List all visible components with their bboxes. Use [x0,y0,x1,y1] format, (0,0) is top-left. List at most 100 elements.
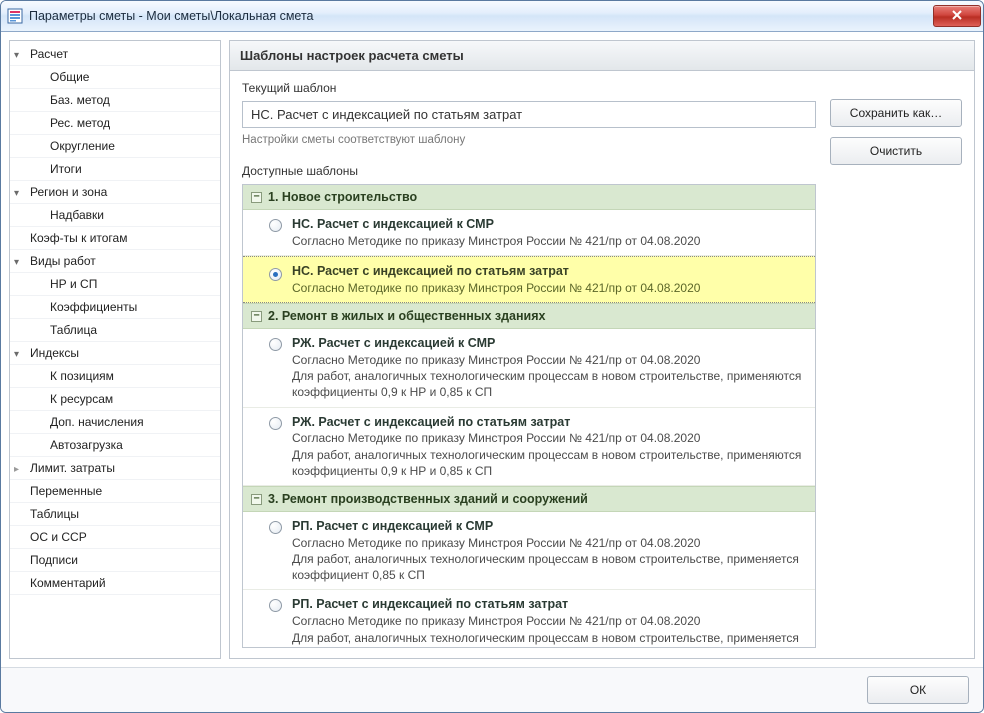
template-row[interactable]: РП. Расчет с индексацией по статьям затр… [243,590,815,648]
dialog-footer: ОК [1,667,983,712]
template-row[interactable]: РЖ. Расчет с индексацией по статьям затр… [243,408,815,486]
template-desc: Согласно Методике по приказу Минстроя Ро… [292,233,805,249]
sidebar-item[interactable]: К позициям [10,365,220,388]
tree-arrow-icon: ▾ [14,349,24,360]
tree-arrow-icon: ▾ [14,50,24,61]
clear-button[interactable]: Очистить [830,137,962,165]
available-templates-label: Доступные шаблоны [242,164,816,178]
sidebar-item[interactable]: ▾ Индексы [10,342,220,365]
sidebar-item[interactable]: К ресурсам [10,388,220,411]
current-template-field[interactable]: НС. Расчет с индексацией по статьям затр… [242,101,816,128]
template-title: РЖ. Расчет с индексацией по статьям затр… [292,414,805,431]
tree-arrow-icon: ▸ [14,464,24,475]
sidebar-item-label: Лимит. затраты [30,461,115,475]
template-radio[interactable] [269,266,282,281]
sidebar-item-label: Переменные [30,484,102,498]
sidebar-item-label: Расчет [30,47,68,61]
template-desc: Для работ, аналогичных технологическим п… [292,447,805,479]
tree-arrow-icon: ▾ [14,257,24,268]
template-desc: Для работ, аналогичных технологическим п… [292,368,805,400]
collapse-icon[interactable]: − [251,311,262,322]
sidebar-item-label: Надбавки [50,208,104,222]
template-group-header[interactable]: −3. Ремонт производственных зданий и соо… [243,486,815,512]
sidebar-item[interactable]: Подписи [10,549,220,572]
sidebar-item-label: Индексы [30,346,79,360]
sidebar-item-label: Коэф-ты к итогам [30,231,127,245]
sidebar-item[interactable]: Итоги [10,158,220,181]
sidebar-item[interactable]: Комментарий [10,572,220,595]
group-title: 1. Новое строительство [268,190,417,204]
sidebar-item[interactable]: ▾ Расчет [10,43,220,66]
sidebar-item[interactable]: Баз. метод [10,89,220,112]
sidebar-item[interactable]: ▾ Регион и зона [10,181,220,204]
sidebar-item[interactable]: ▸ Лимит. затраты [10,457,220,480]
sidebar-item-label: Регион и зона [30,185,107,199]
sidebar-item[interactable]: НР и СП [10,273,220,296]
template-desc: Для работ, аналогичных технологическим п… [292,630,805,649]
template-row[interactable]: НС. Расчет с индексацией по статьям затр… [243,256,815,303]
template-hint: Настройки сметы соответствуют шаблону [242,134,816,146]
save-as-button[interactable]: Сохранить как… [830,99,962,127]
tree-arrow-icon: ▾ [14,188,24,199]
sidebar-item-label: К ресурсам [50,392,113,406]
sidebar-item-label: Общие [50,70,89,84]
sidebar-item-label: Таблица [50,323,97,337]
template-title: НС. Расчет с индексацией по статьям затр… [292,263,805,280]
dialog-window: Параметры сметы - Мои сметы\Локальная см… [0,0,984,713]
sidebar-item[interactable]: Округление [10,135,220,158]
sidebar-item[interactable]: ОС и ССР [10,526,220,549]
template-title: РЖ. Расчет с индексацией к СМР [292,335,805,352]
sidebar-item[interactable]: ▾ Виды работ [10,250,220,273]
template-desc: Согласно Методике по приказу Минстроя Ро… [292,430,805,446]
nav-tree[interactable]: ▾ Расчет Общие Баз. метод Рес. метод Округлен… [10,41,220,658]
nav-sidebar: ▾ Расчет Общие Баз. метод Рес. метод Округлен… [9,40,221,659]
sidebar-item-label: Итоги [50,162,82,176]
sidebar-item[interactable]: Переменные [10,480,220,503]
sidebar-item-label: ОС и ССР [30,530,87,544]
sidebar-item[interactable]: Доп. начисления [10,411,220,434]
sidebar-item-label: Рес. метод [50,116,110,130]
sidebar-item-label: Баз. метод [50,93,110,107]
sidebar-item[interactable]: Таблицы [10,503,220,526]
sidebar-item[interactable]: Коэффициенты [10,296,220,319]
template-group-header[interactable]: −2. Ремонт в жилых и общественных здания… [243,303,815,329]
template-radio[interactable] [269,417,282,433]
sidebar-item-label: Виды работ [30,254,96,268]
templates-list[interactable]: −1. Новое строительство НС. Расчет с инд… [242,184,816,648]
sidebar-item[interactable]: Рес. метод [10,112,220,135]
template-row[interactable]: НС. Расчет с индексацией к СМР Согласно … [243,210,815,256]
sidebar-item-label: НР и СП [50,277,97,291]
template-row[interactable]: РЖ. Расчет с индексацией к СМР Согласно … [243,329,815,407]
template-title: РП. Расчет с индексацией к СМР [292,518,805,535]
sidebar-item[interactable]: Надбавки [10,204,220,227]
template-title: РП. Расчет с индексацией по статьям затр… [292,596,805,613]
sidebar-item-label: Доп. начисления [50,415,144,429]
template-desc: Согласно Методике по приказу Минстроя Ро… [292,613,805,629]
template-radio[interactable] [269,521,282,537]
titlebar[interactable]: Параметры сметы - Мои сметы\Локальная см… [1,1,983,32]
group-title: 3. Ремонт производственных зданий и соор… [268,492,588,506]
window-title: Параметры сметы - Мои сметы\Локальная см… [29,9,933,23]
template-row[interactable]: РП. Расчет с индексацией к СМР Согласно … [243,512,815,590]
content-panel: Шаблоны настроек расчета сметы Текущий ш… [229,40,975,659]
panel-header: Шаблоны настроек расчета сметы [230,41,974,71]
sidebar-item[interactable]: Коэф-ты к итогам [10,227,220,250]
template-radio[interactable] [269,338,282,354]
sidebar-item[interactable]: Таблица [10,319,220,342]
sidebar-item-label: Таблицы [30,507,79,521]
sidebar-item-label: Округление [50,139,115,153]
collapse-icon[interactable]: − [251,494,262,505]
ok-button[interactable]: ОК [867,676,969,704]
sidebar-item-label: Коэффициенты [50,300,137,314]
close-button[interactable] [933,5,981,27]
sidebar-item[interactable]: Автозагрузка [10,434,220,457]
template-radio[interactable] [269,599,282,615]
template-title: НС. Расчет с индексацией к СМР [292,216,805,233]
sidebar-item[interactable]: Общие [10,66,220,89]
close-icon [951,9,963,23]
template-group-header[interactable]: −1. Новое строительство [243,185,815,210]
sidebar-item-label: Подписи [30,553,78,567]
template-desc: Для работ, аналогичных технологическим п… [292,551,805,583]
collapse-icon[interactable]: − [251,192,262,203]
template-radio[interactable] [269,219,282,235]
